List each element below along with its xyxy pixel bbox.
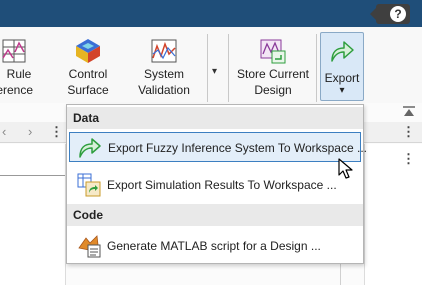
export-button[interactable]: Export ▾ xyxy=(320,32,364,101)
export-arrow-icon xyxy=(331,41,354,62)
control-surface-label-2: Surface xyxy=(67,83,109,97)
export-fis-to-workspace-item[interactable]: Export Fuzzy Inference System To Workspa… xyxy=(69,132,367,162)
toolstrip-separator xyxy=(207,34,208,102)
matlab-script-icon xyxy=(78,235,101,258)
tab-menu-icon[interactable]: ⋮ xyxy=(50,125,63,138)
export-menu: Data Export Fuzzy Inference System To Wo… xyxy=(66,104,367,264)
system-validation-label-2: Validation xyxy=(138,83,190,97)
rule-inference-icon xyxy=(2,39,26,63)
pane-menu-icon[interactable]: ⋮ xyxy=(402,125,415,138)
rule-inference-button[interactable]: Rule ference xyxy=(0,38,36,98)
generate-matlab-script-item[interactable]: Generate MATLAB script for a Design ... xyxy=(69,231,361,261)
rule-inference-label-1: Rule xyxy=(6,67,32,81)
toolstrip-separator xyxy=(316,34,317,102)
gallery-dropdown-arrow[interactable]: ▾ xyxy=(212,66,217,77)
tab-scroll-right-icon[interactable]: › xyxy=(28,124,32,139)
control-surface-icon xyxy=(76,39,100,63)
store-design-label-2: Design xyxy=(254,83,292,97)
title-bar: ? xyxy=(0,0,422,27)
toolstrip-separator xyxy=(228,34,229,102)
menu-section-data: Data xyxy=(67,107,363,129)
system-validation-label-1: System xyxy=(143,67,184,81)
tab-scroll-left-icon[interactable]: ‹ xyxy=(2,124,6,139)
left-pane-divider xyxy=(0,175,65,176)
system-validation-icon xyxy=(151,39,177,63)
system-validation-button[interactable]: System Validation xyxy=(134,38,194,98)
menu-section-code: Code xyxy=(67,204,363,226)
export-simulation-label: Export Simulation Results To Workspace .… xyxy=(107,178,337,192)
generate-matlab-label: Generate MATLAB script for a Design ... xyxy=(107,239,321,253)
control-surface-button[interactable]: Control Surface xyxy=(60,38,116,98)
export-simulation-results-item[interactable]: Export Simulation Results To Workspace .… xyxy=(69,170,361,200)
export-results-icon xyxy=(77,173,101,197)
store-design-icon xyxy=(260,39,286,64)
help-badge-notch xyxy=(370,8,376,20)
right-pane-menu-icon[interactable]: ⋮ xyxy=(402,152,415,165)
rule-inference-label-2: ference xyxy=(0,83,34,97)
help-icon: ? xyxy=(390,6,406,22)
store-design-label-1: Store Current xyxy=(236,67,310,81)
help-button[interactable]: ? xyxy=(370,4,410,24)
store-current-design-button[interactable]: Store Current Design xyxy=(232,38,314,98)
export-arrow-icon xyxy=(79,138,101,158)
export-fis-label: Export Fuzzy Inference System To Workspa… xyxy=(108,141,367,155)
left-pane xyxy=(0,144,66,285)
mouse-cursor-icon xyxy=(338,158,353,179)
export-dropdown-arrow: ▾ xyxy=(339,85,345,96)
collapse-toolstrip-icon[interactable] xyxy=(402,106,416,118)
control-surface-label-1: Control xyxy=(68,67,108,81)
export-label: Export xyxy=(324,71,360,85)
